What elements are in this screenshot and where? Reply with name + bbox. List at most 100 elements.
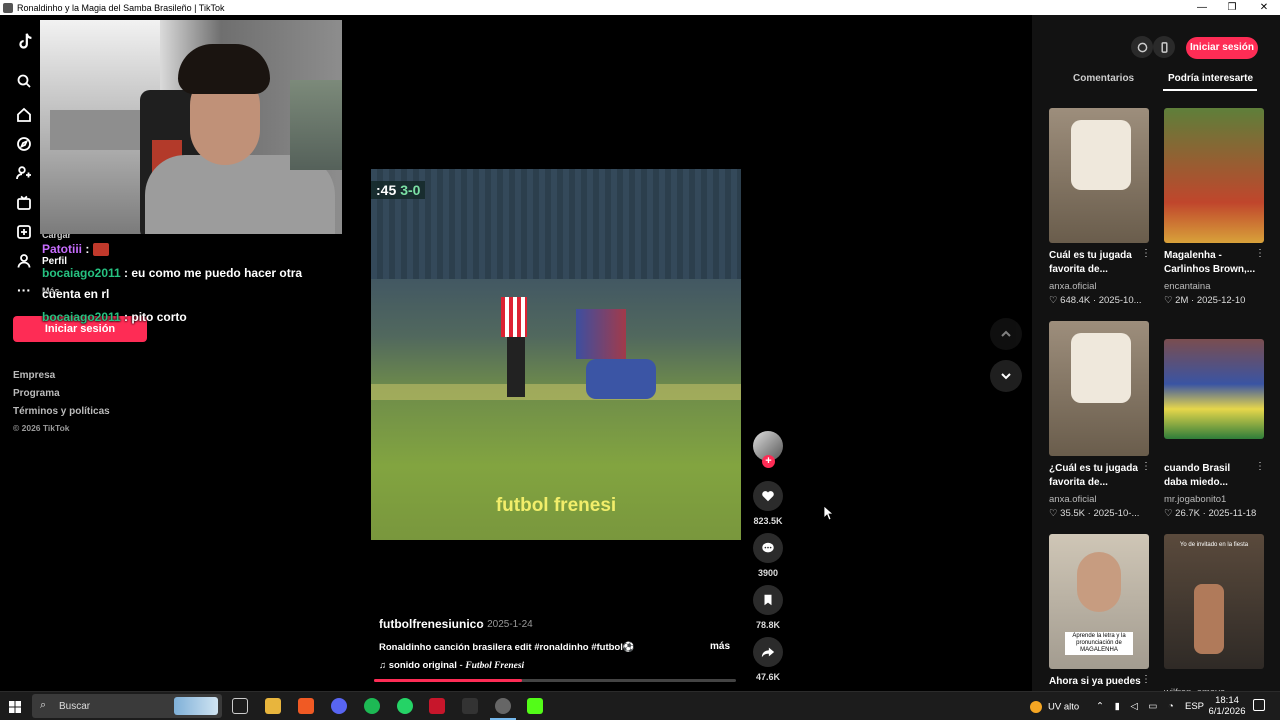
maximize-button[interactable]: ❐ [1217, 0, 1247, 15]
video-progress-bar[interactable] [374, 679, 736, 682]
heart-icon [762, 491, 774, 502]
video-card-menu-icon[interactable]: ⋮ [1255, 248, 1265, 259]
video-card-title[interactable]: cuando Brasil daba miedo... [1164, 462, 1256, 490]
windows-start-icon[interactable] [9, 700, 21, 713]
bed-shape [50, 110, 140, 150]
thumbnail-caption: Aprende la letra y la pronunciación de M… [1065, 632, 1133, 655]
window-title: Ronaldinho y la Magia del Samba Brasileñ… [17, 2, 225, 13]
like-count: 823.5K [753, 516, 783, 526]
video-card-title[interactable]: ¿Cuál es tu jugada favorita de... [1049, 462, 1141, 490]
share-count: 47.6K [755, 672, 781, 682]
login-button-header[interactable]: Iniciar sesión [1186, 37, 1258, 59]
video-thumbnail[interactable] [1049, 321, 1149, 456]
mouse-cursor-icon [823, 505, 835, 526]
following-icon[interactable] [14, 163, 34, 183]
scoreboard: :45 3-0 [371, 181, 426, 199]
chat-text: cuenta en rl [42, 287, 110, 301]
clock[interactable]: 18:14 6/1/2026 [1207, 695, 1247, 717]
more-link[interactable]: más [710, 641, 730, 652]
video-card-author[interactable]: mr.jogabonito1 [1164, 494, 1226, 505]
app-red-icon[interactable] [429, 698, 445, 714]
weather-widget[interactable]: UV alto [1030, 701, 1079, 713]
taskbar-search-placeholder: Buscar [59, 701, 91, 712]
scoreboard-time: :45 [376, 182, 397, 198]
save-count: 78.8K [755, 620, 781, 630]
kick-icon[interactable] [527, 698, 543, 714]
chat-emote-icon [92, 243, 109, 257]
video-thumbnail[interactable] [1049, 108, 1149, 243]
chat-text: : eu como me puedo hacer otra [120, 266, 303, 280]
clock-time: 18:14 [1215, 695, 1239, 706]
video-card-stats: ♡ 648.4K · 2025-10... [1049, 295, 1142, 306]
mobile-app-icon[interactable] [1153, 36, 1175, 58]
heart-outline-icon: ♡ [1049, 508, 1061, 519]
video-thumbnail[interactable]: Yo de invitado en la fiesta [1164, 534, 1264, 669]
spotify-icon[interactable] [364, 698, 380, 714]
home-icon[interactable] [14, 105, 34, 125]
video-card-title[interactable]: Magalenha - Carlinhos Brown,... [1164, 249, 1256, 277]
video-card-title[interactable]: Ahora si ya puedes [1049, 675, 1144, 689]
follow-plus-icon[interactable]: + [762, 455, 775, 468]
video-card-title[interactable]: Cuál es tu jugada favorita de... [1049, 249, 1141, 277]
minimize-button[interactable]: — [1187, 0, 1217, 15]
video-author[interactable]: futbolfrenesiunico [379, 617, 484, 631]
advertising-boards [371, 384, 741, 400]
chat-message: Patotiii : [42, 242, 109, 257]
comment-bubble-icon [762, 542, 774, 553]
video-thumbnail[interactable] [1164, 108, 1264, 243]
player-barcelona [576, 309, 626, 359]
video-card-menu-icon[interactable]: ⋮ [1255, 461, 1265, 472]
profile-icon[interactable] [14, 251, 34, 271]
video-card-author[interactable]: anxa.oficial [1049, 281, 1097, 292]
heart-outline-icon: ♡ [1049, 295, 1061, 306]
tiktok-logo-icon[interactable] [14, 31, 36, 53]
explore-compass-icon[interactable] [14, 134, 34, 154]
comment-button[interactable] [753, 533, 783, 563]
obs-icon[interactable] [495, 698, 511, 714]
video-card-menu-icon[interactable]: ⋮ [1141, 461, 1151, 472]
save-button[interactable] [753, 585, 783, 615]
thumbnail-caption: Yo de invitado en la fiesta [1179, 542, 1249, 548]
video-thumbnail[interactable] [1164, 339, 1264, 439]
footer-link-terminos[interactable]: Términos y políticas [13, 406, 110, 417]
tab-comentarios[interactable]: Comentarios [1073, 73, 1134, 84]
compass-icon[interactable] [1131, 36, 1153, 58]
system-tray-icons[interactable]: ⌃ ▮ ◁ ▭ ◔ [1096, 701, 1178, 712]
previous-video-button[interactable] [990, 318, 1022, 350]
more-icon[interactable]: ··· [14, 280, 34, 300]
sound-info[interactable]: ♫ sonido original - Futbol Frenesi [379, 660, 524, 671]
discord-icon[interactable] [331, 698, 347, 714]
window-titlebar: Ronaldinho y la Magia del Samba Brasileñ… [0, 0, 1280, 15]
close-window-button[interactable]: ✕ [1249, 0, 1279, 15]
app-dark-icon[interactable] [462, 698, 478, 714]
video-player[interactable]: :45 3-0 futbol frenesi [371, 169, 741, 540]
video-card-menu-icon[interactable]: ⋮ [1141, 248, 1151, 259]
thumbnail-person [1194, 584, 1224, 654]
sound-label: sonido original [388, 660, 457, 671]
footer-link-programa[interactable]: Programa [13, 388, 60, 399]
upload-icon[interactable] [14, 222, 34, 242]
chevron-down-icon [1001, 373, 1011, 380]
notifications-icon[interactable] [1253, 699, 1265, 711]
input-language[interactable]: ESP [1185, 701, 1204, 712]
person-hair [178, 44, 270, 94]
video-thumbnail[interactable]: Aprende la letra y la pronunciación de M… [1049, 534, 1149, 669]
video-card-menu-icon[interactable]: ⋮ [1141, 674, 1151, 685]
task-view-icon[interactable] [232, 698, 248, 714]
search-icon[interactable] [14, 71, 34, 91]
stadium-stands [371, 169, 741, 279]
file-explorer-icon[interactable] [265, 698, 281, 714]
like-button[interactable] [753, 481, 783, 511]
taskbar-search[interactable]: ⌕ Buscar [32, 694, 222, 718]
share-button[interactable] [753, 637, 783, 667]
footer-link-empresa[interactable]: Empresa [13, 370, 55, 381]
active-tab-indicator [1163, 89, 1257, 91]
sound-author: Futbol Frenesi [465, 661, 525, 671]
brave-browser-icon[interactable] [298, 698, 314, 714]
next-video-button[interactable] [990, 360, 1022, 392]
tab-podria-interesarte[interactable]: Podría interesarte [1168, 73, 1253, 84]
video-card-author[interactable]: encantaina [1164, 281, 1210, 292]
whatsapp-icon[interactable] [397, 698, 413, 714]
live-tv-icon[interactable] [14, 193, 34, 213]
video-card-author[interactable]: anxa.oficial [1049, 494, 1097, 505]
